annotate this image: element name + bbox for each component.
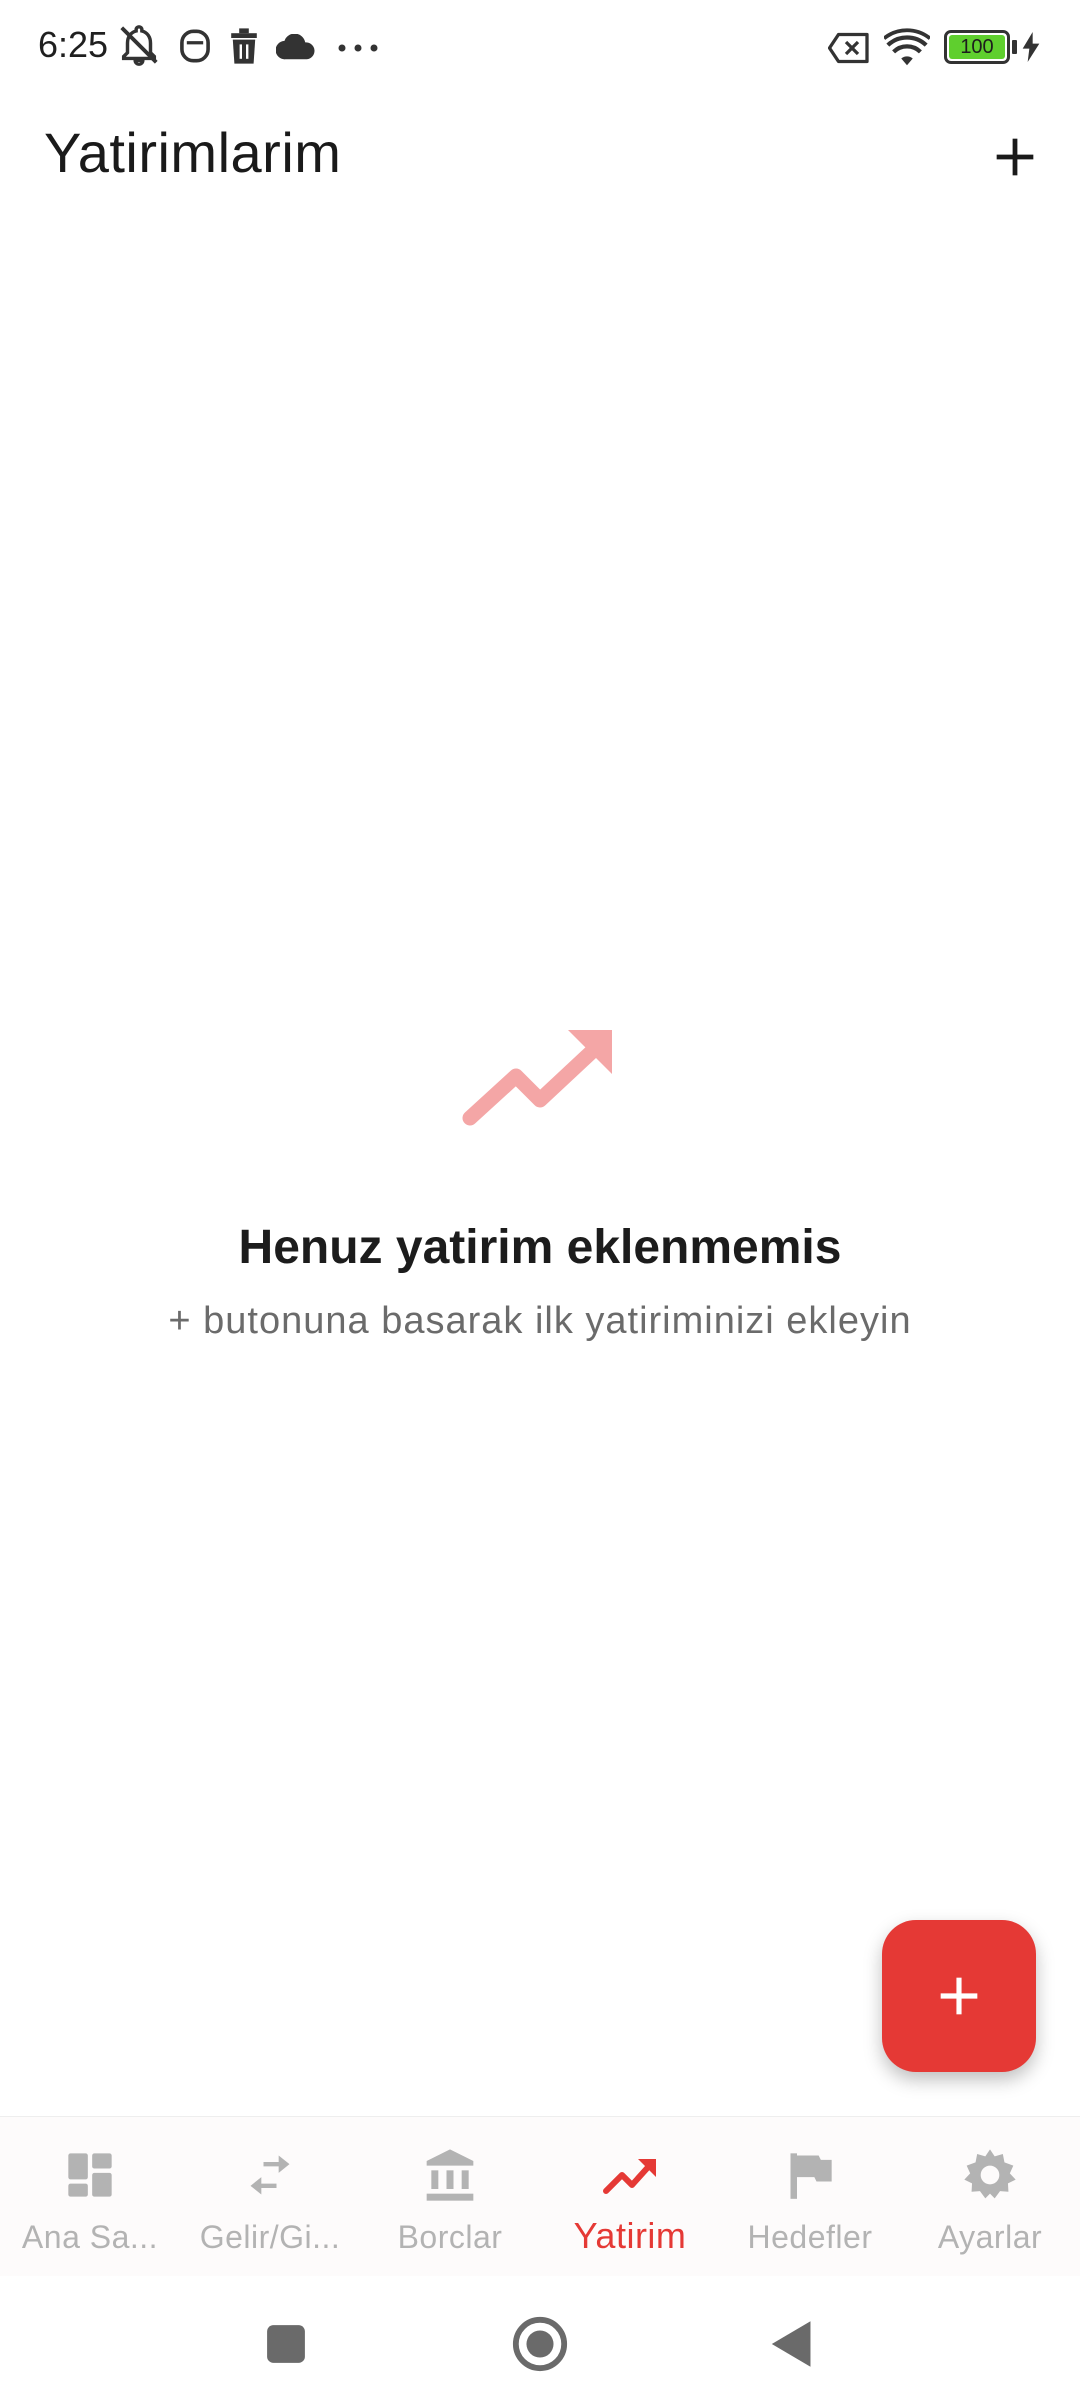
wifi-icon (884, 28, 930, 66)
cloud-icon (276, 34, 315, 60)
sim-off-icon (828, 32, 869, 64)
dashboard-icon (68, 2153, 112, 2197)
nav-label: Hedefler (747, 2219, 873, 2255)
empty-state-subtitle: + butonuna basarak ilk yatiriminizi ekle… (168, 1300, 912, 1342)
more-dots-icon (338, 44, 378, 52)
square-icon (267, 2325, 305, 2363)
nav-item-gelir-gider[interactable]: Gelir/Gi... (180, 2117, 360, 2277)
status-time: 6:25 (38, 24, 109, 65)
empty-state-title: Henuz yatirim eklenmemis (238, 1221, 842, 1274)
nav-item-yatirim[interactable]: Yatirim (540, 2117, 720, 2277)
swap-arrows-icon (250, 2155, 290, 2195)
nav-item-ayarlar[interactable]: Ayarlar (900, 2117, 1080, 2277)
flag-icon (790, 2153, 832, 2199)
status-bar: 6:25 100 (0, 0, 1080, 100)
battery-icon: 100 (944, 30, 1010, 64)
back-triangle-icon (771, 2321, 811, 2367)
system-navigation-bar (0, 2276, 1080, 2408)
home-circle-icon (512, 2316, 568, 2372)
bank-icon (426, 2149, 474, 2201)
muted-bell-icon (120, 25, 158, 66)
trending-up-icon (462, 1030, 612, 1126)
gear-icon (964, 2149, 1016, 2199)
battery-level: 100 (949, 35, 1005, 59)
trash-icon (231, 28, 257, 64)
face-icon (180, 29, 210, 63)
add-investment-button[interactable] (980, 122, 1050, 192)
nav-item-borclar[interactable]: Borclar (360, 2117, 540, 2277)
bottom-navigation: Ana Sa... Gelir/Gi... Borclar Yatirim He… (0, 2116, 1080, 2277)
back-button[interactable] (760, 2314, 820, 2374)
plus-icon (940, 1977, 978, 2015)
nav-label: Ayarlar (937, 2219, 1043, 2255)
nav-item-hedefler[interactable]: Hedefler (720, 2117, 900, 2277)
nav-label: Yatirim (573, 2215, 687, 2256)
plus-icon (996, 138, 1034, 176)
trending-up-icon (603, 2159, 656, 2194)
charging-icon (1022, 32, 1040, 62)
nav-label: Borclar (397, 2219, 503, 2255)
battery-tip (1012, 40, 1017, 54)
recents-button[interactable] (256, 2314, 316, 2374)
nav-label: Gelir/Gi... (199, 2219, 341, 2255)
home-button[interactable] (510, 2314, 570, 2374)
app-bar: Yatirimlarim (0, 100, 1080, 210)
page-title: Yatirimlarim (44, 121, 342, 184)
nav-label: Ana Sa... (21, 2219, 159, 2255)
fab-add-button[interactable] (882, 1920, 1036, 2072)
nav-item-ana-sayfa[interactable]: Ana Sa... (0, 2117, 180, 2277)
